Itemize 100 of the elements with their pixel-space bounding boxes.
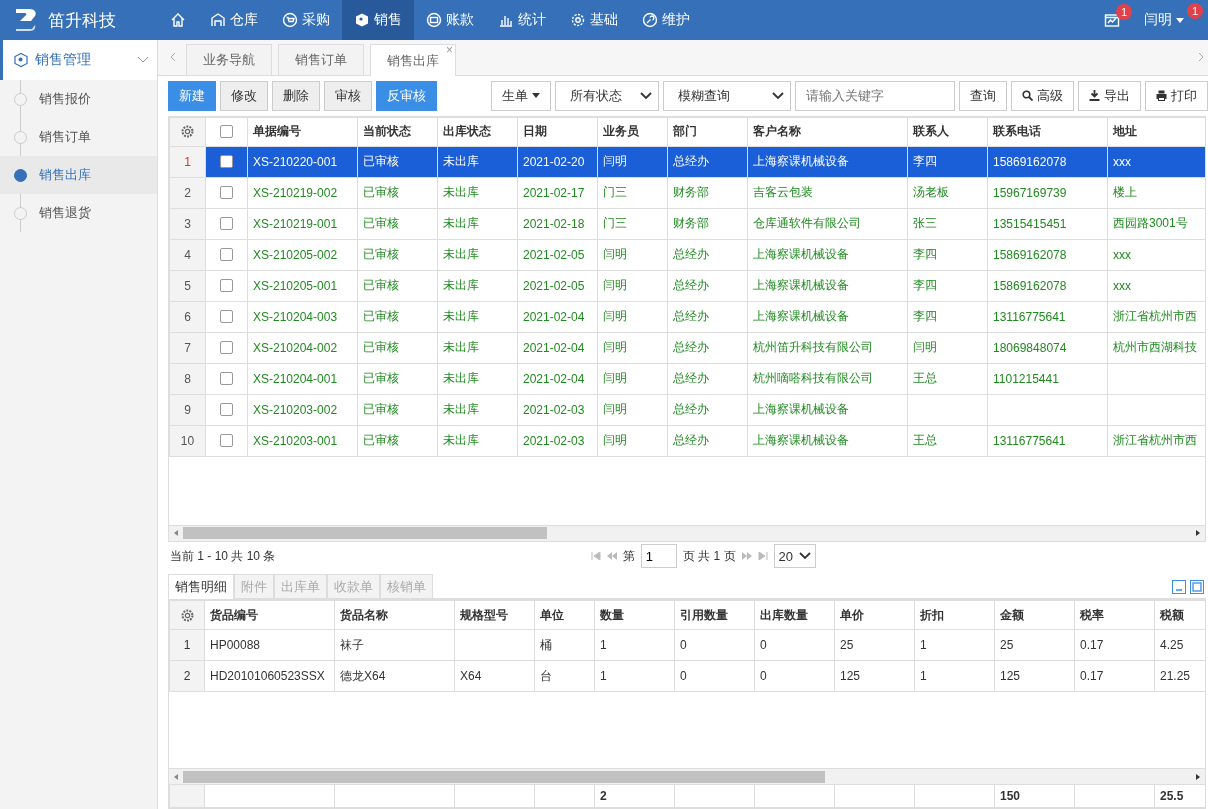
checkbox[interactable] (220, 248, 233, 262)
page-label: 第 (622, 547, 635, 565)
nav-item[interactable]: 仓库 (198, 0, 270, 40)
checkbox[interactable] (220, 217, 233, 231)
nav-item[interactable]: 基础 (558, 0, 630, 40)
table-cell: 未出库 (437, 239, 518, 271)
tag-icon (354, 12, 370, 28)
table-cell: 总经办 (667, 146, 748, 178)
table-cell: 闫明 (597, 394, 668, 426)
settings-icon (180, 124, 195, 140)
table-cell: 2021-02-03 (517, 394, 598, 426)
table-cell: 0 (674, 629, 755, 661)
toolbar-button[interactable]: 修改 (220, 80, 268, 111)
table-cell: 桶 (534, 629, 595, 661)
query-mode-select[interactable]: 模糊查询 (663, 80, 791, 111)
checkbox[interactable] (220, 403, 233, 417)
table-cell: 1 (914, 629, 995, 661)
table-cell: 闫明 (597, 301, 668, 333)
checkbox[interactable] (220, 372, 233, 386)
toolbar-button[interactable]: 删除 (272, 80, 320, 111)
row-number: 2 (169, 177, 206, 209)
table-cell: 未出库 (437, 301, 518, 333)
app-name: 笛升科技 (48, 9, 116, 32)
status-select[interactable]: 所有状态 (555, 80, 659, 111)
checkbox[interactable] (220, 279, 233, 293)
action-button[interactable]: 导出 (1078, 80, 1141, 111)
column-header: 出库数量 (754, 600, 835, 630)
table-cell: 0.17 (1074, 660, 1155, 692)
sidebar-item[interactable]: 销售订单 (0, 118, 157, 156)
nav-item[interactable]: 账款 (414, 0, 486, 40)
sidebar-item[interactable]: 销售出库 (0, 156, 157, 194)
sidebar-section-header[interactable]: 销售管理 (0, 40, 157, 80)
wrench-icon (642, 12, 658, 28)
scrollbar-thumb[interactable] (183, 770, 825, 783)
nav-item[interactable]: 维护 (630, 0, 702, 40)
action-button[interactable]: 查询 (959, 80, 1007, 111)
tab[interactable]: 销售出库 × (370, 44, 456, 76)
table-cell: XS-210205-001 (247, 270, 358, 302)
action-button[interactable]: 打印 (1145, 80, 1208, 111)
toolbar-button[interactable]: 反审核 (376, 80, 437, 111)
row-number: 8 (169, 363, 206, 395)
checkbox[interactable] (220, 310, 233, 324)
table-cell: 2021-02-20 (517, 146, 598, 178)
table-cell: XS-210203-001 (247, 425, 358, 457)
checkbox[interactable] (220, 186, 233, 200)
previous-page-icon (606, 552, 617, 561)
page-field[interactable]: 1 (640, 544, 677, 569)
table-cell: HP00088 (204, 629, 335, 661)
generate-dropdown[interactable]: 生单 (491, 80, 551, 111)
table-cell: 0 (754, 629, 835, 661)
row-number: 3 (169, 208, 206, 240)
checkbox[interactable] (220, 434, 233, 448)
column-settings[interactable] (169, 600, 205, 630)
table-cell: 已审核 (357, 394, 438, 426)
action-button[interactable]: 高级 (1011, 80, 1074, 111)
table-cell: 门三 (597, 177, 668, 209)
table-cell: 李四 (907, 239, 988, 271)
last-page-icon (757, 552, 768, 561)
table-cell: 王总 (907, 425, 988, 457)
page-size-select[interactable]: 20 (773, 544, 816, 569)
user-menu[interactable]: 闫明 (1144, 11, 1186, 29)
table-cell: 上海察课机械设备 (747, 270, 908, 302)
table-cell: 未出库 (437, 425, 518, 457)
chevron-down-icon (640, 91, 652, 100)
tab[interactable]: 销售明细 (168, 574, 234, 599)
table-cell: 1 (914, 660, 995, 692)
table-cell: XS-210204-001 (247, 363, 358, 395)
checkbox[interactable] (220, 341, 233, 355)
nav-item[interactable]: 统计 (486, 0, 558, 40)
tag-icon (13, 52, 29, 68)
column-header: 税额 (1154, 600, 1205, 630)
table-cell: 已审核 (357, 208, 438, 240)
column-header: 地址 (1107, 117, 1205, 147)
table-cell: 2021-02-17 (517, 177, 598, 209)
toolbar-button[interactable]: 审核 (324, 80, 372, 111)
notification-badge: 1 (1116, 4, 1132, 20)
table-cell: XS-210204-002 (247, 332, 358, 364)
table-cell: 闫明 (597, 332, 668, 364)
sidebar-item[interactable]: 销售报价 (0, 80, 157, 118)
row-number: 1 (169, 629, 205, 661)
nav-item[interactable]: 采购 (270, 0, 342, 40)
search-field[interactable]: 请输入关键字 (795, 80, 955, 111)
tab[interactable]: 销售订单 (278, 44, 364, 75)
table-cell: 总经办 (667, 394, 748, 426)
checkbox[interactable] (220, 155, 233, 169)
column-header: 单位 (534, 600, 595, 630)
table-cell: 已审核 (357, 146, 438, 178)
toolbar-button[interactable]: 新建 (168, 80, 216, 111)
nav-item[interactable]: 销售 (342, 0, 414, 40)
table-cell: 0 (754, 660, 835, 692)
table-cell: 2021-02-04 (517, 363, 598, 395)
tab[interactable]: 业务导航 (186, 44, 272, 75)
sidebar-item[interactable]: 销售退货 (0, 194, 157, 232)
table-cell: 上海察课机械设备 (747, 239, 908, 271)
checkbox[interactable] (220, 125, 233, 139)
table-cell: 2021-02-18 (517, 208, 598, 240)
table-cell: 闫明 (597, 363, 668, 395)
column-settings[interactable] (169, 117, 206, 147)
scrollbar-thumb[interactable] (183, 527, 547, 540)
printer-icon (1156, 90, 1167, 102)
